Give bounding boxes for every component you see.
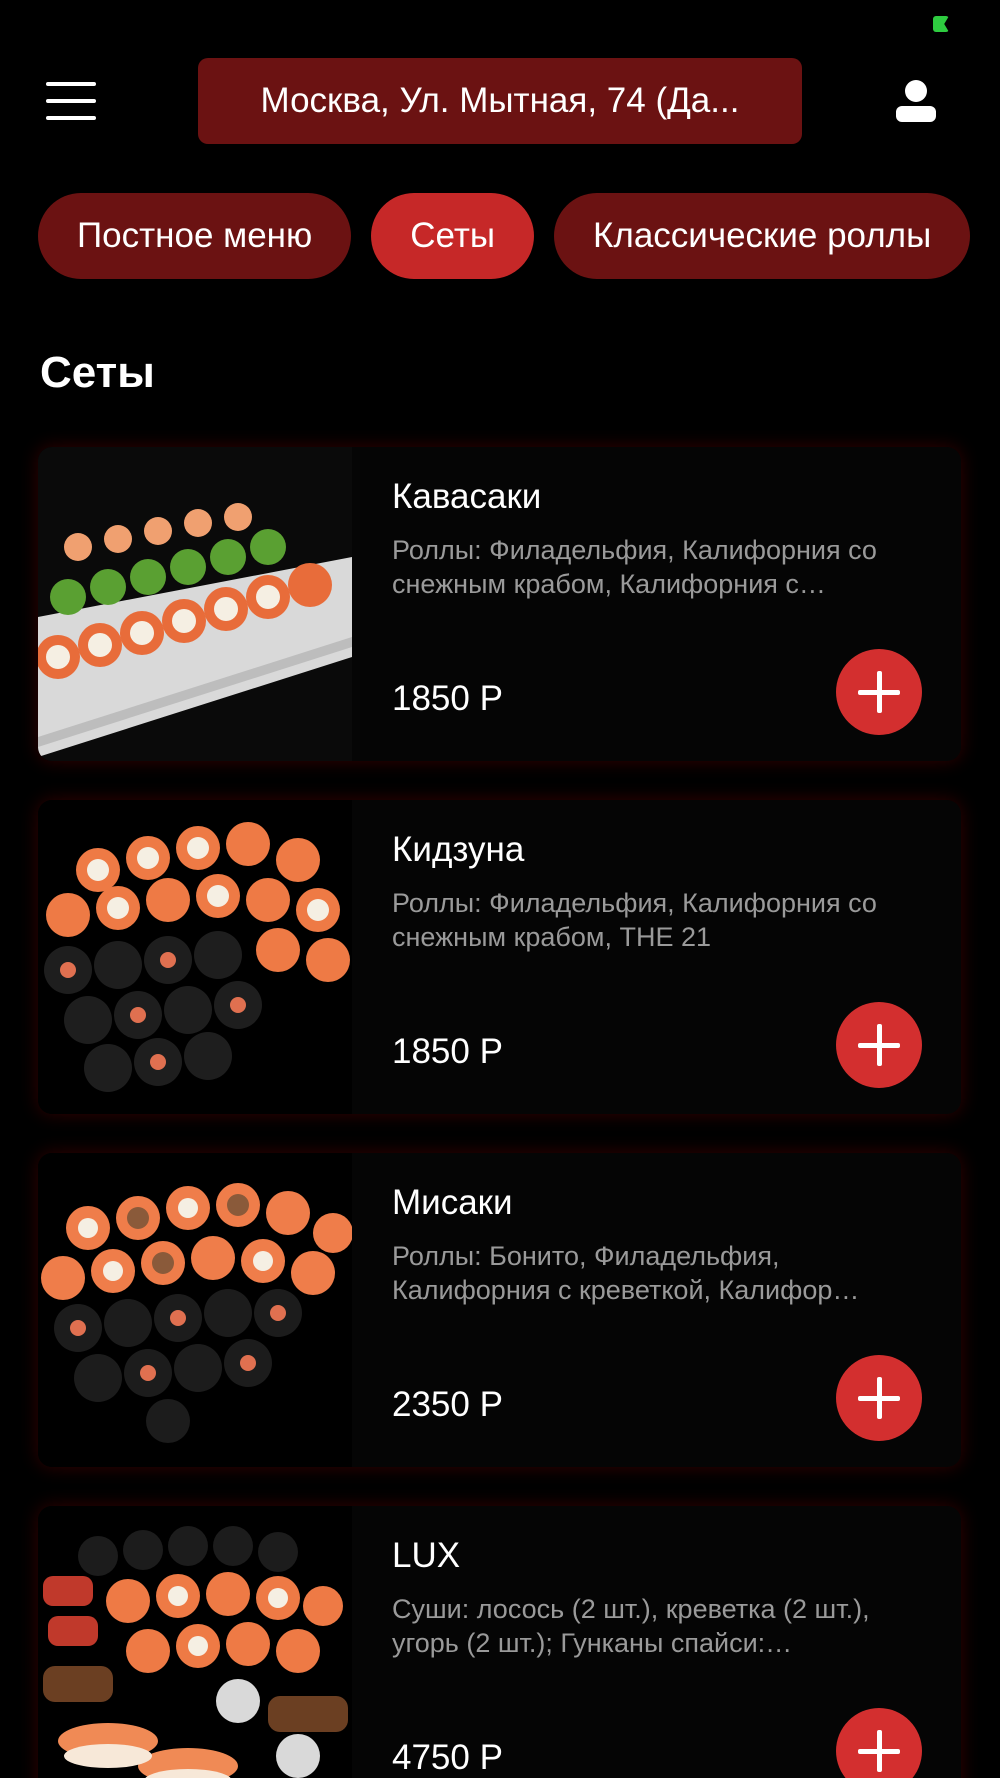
product-image	[38, 800, 352, 1114]
product-card[interactable]: LUX Суши: лосось (2 шт.), креветка (2 шт…	[38, 1506, 961, 1778]
product-price: 2350 Р	[392, 1385, 503, 1424]
tab-sets[interactable]: Сеты	[371, 193, 535, 279]
address-label: Москва, Ул. Мытная, 74 (Да...	[260, 81, 740, 120]
product-card[interactable]: Мисаки Роллы: Бонито, Филадельфия, Калиф…	[38, 1153, 961, 1467]
product-name: Кавасаки	[392, 477, 542, 516]
app-screen: Москва, Ул. Мытная, 74 (Да... Постное ме…	[0, 0, 1000, 1778]
product-image	[38, 447, 352, 761]
product-name: Мисаки	[392, 1183, 513, 1222]
tab-lenten-menu[interactable]: Постное меню	[38, 193, 352, 279]
sushi-set-image	[38, 1153, 352, 1467]
product-description: Роллы: Филадельфия, Калифорния со снежны…	[392, 535, 877, 599]
user-icon[interactable]	[894, 78, 938, 122]
product-card[interactable]: Кидзуна Роллы: Филадельфия, Калифорния с…	[38, 800, 961, 1114]
tab-label: Сеты	[410, 216, 496, 255]
tab-label: Классические роллы	[593, 216, 932, 255]
sushi-set-image	[38, 1506, 352, 1778]
add-to-cart-button[interactable]	[836, 1708, 922, 1778]
tab-classic-rolls[interactable]: Классические роллы	[554, 193, 971, 279]
product-description: Роллы: Бонито, Филадельфия, Калифорния с…	[392, 1241, 860, 1305]
product-card[interactable]: Кавасаки Роллы: Филадельфия, Калифорния …	[38, 447, 961, 761]
section-title: Сеты	[40, 348, 155, 397]
sushi-set-image	[38, 800, 352, 1114]
add-to-cart-button[interactable]	[836, 1355, 922, 1441]
product-description: Роллы: Филадельфия, Калифорния со снежны…	[392, 888, 877, 952]
product-price: 4750 Р	[392, 1738, 503, 1777]
hamburger-menu-icon[interactable]	[46, 82, 98, 122]
category-tabs: Постное меню Сеты Классические роллы	[38, 193, 971, 279]
product-description: Суши: лосось (2 шт.), креветка (2 шт.), …	[392, 1594, 870, 1658]
product-price: 1850 Р	[392, 679, 503, 718]
add-to-cart-button[interactable]	[836, 649, 922, 735]
status-indicator-icon	[933, 16, 949, 32]
sushi-platter-image	[38, 447, 352, 761]
product-image	[38, 1153, 352, 1467]
product-name: LUX	[392, 1536, 461, 1575]
product-name: Кидзуна	[392, 830, 525, 869]
product-price: 1850 Р	[392, 1032, 503, 1071]
product-image	[38, 1506, 352, 1778]
add-to-cart-button[interactable]	[836, 1002, 922, 1088]
address-selector-button[interactable]: Москва, Ул. Мытная, 74 (Да...	[198, 58, 802, 144]
tab-label: Постное меню	[77, 216, 313, 255]
